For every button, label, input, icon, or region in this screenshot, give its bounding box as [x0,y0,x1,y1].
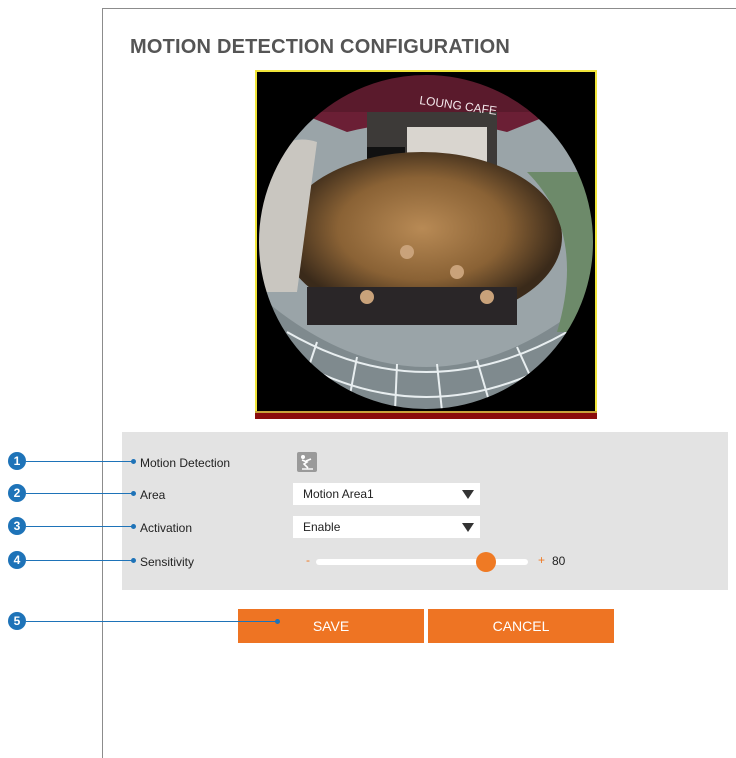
camera-view[interactable]: LOUNG CAFE [255,70,597,419]
area-select-value: Motion Area1 [303,487,374,501]
sensitivity-minus[interactable]: - [306,553,310,567]
sensitivity-slider-thumb[interactable] [475,552,496,572]
chevron-down-icon [462,523,474,532]
callout-line-1 [26,461,132,462]
area-select[interactable]: Motion Area1 [293,483,480,505]
callout-line-3 [26,526,132,527]
callout-1: 1 [8,452,26,470]
callout-dot-2 [131,491,136,496]
save-button[interactable]: SAVE [238,609,424,643]
activation-label: Activation [140,521,193,535]
callout-dot-5 [275,619,280,624]
cancel-button[interactable]: CANCEL [428,609,614,643]
activation-select[interactable]: Enable [293,516,480,538]
callout-dot-1 [131,459,136,464]
callout-line-4 [26,560,132,561]
callout-dot-4 [131,558,136,563]
area-label: Area [140,488,166,502]
sensitivity-value: 80 [552,554,566,568]
chevron-down-icon [462,490,474,499]
callout-5: 5 [8,612,26,630]
content-frame-left [102,8,103,758]
callout-3: 3 [8,517,26,535]
motion-detection-label: Motion Detection [140,456,231,470]
content-frame-top [102,8,736,9]
motion-person-icon[interactable] [297,452,317,472]
sensitivity-label: Sensitivity [140,555,195,569]
camera-bottom-bar [255,413,597,419]
callout-line-2 [26,493,132,494]
callout-2: 2 [8,484,26,502]
activation-select-value: Enable [303,520,341,534]
callout-4: 4 [8,551,26,569]
callout-line-5 [26,621,276,622]
fisheye-image: LOUNG CAFE [257,72,595,411]
callout-dot-3 [131,524,136,529]
sensitivity-plus[interactable]: + [538,553,545,567]
sensitivity-slider-track[interactable] [316,559,528,565]
camera-image[interactable]: LOUNG CAFE [255,70,597,413]
page-title: MOTION DETECTION CONFIGURATION [130,36,511,58]
